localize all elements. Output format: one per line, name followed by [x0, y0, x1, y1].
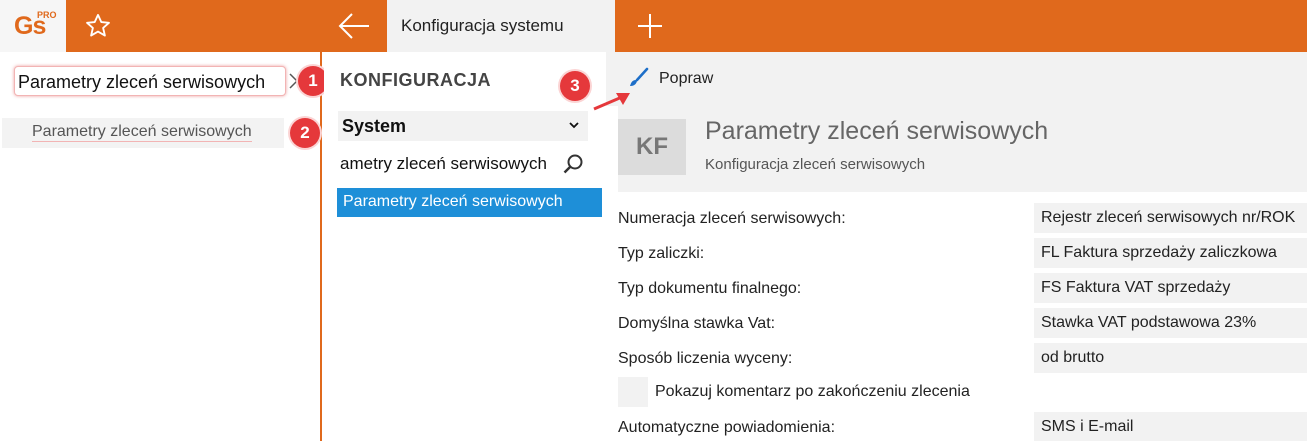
- menu-search-input[interactable]: Parametry zleceń serwisowych: [14, 66, 286, 96]
- tab-konfiguracja-systemu[interactable]: Konfiguracja systemu: [387, 0, 615, 52]
- plus-icon[interactable]: [636, 12, 664, 40]
- field-value-numeracja[interactable]: Rejestr zleceń serwisowych nr/ROK: [1034, 203, 1307, 233]
- page-subtitle: Konfiguracja zleceń serwisowych: [705, 156, 926, 173]
- avatar: KF: [618, 119, 686, 175]
- komentarz-checkbox[interactable]: [618, 377, 648, 407]
- left-navigation-panel: [0, 52, 322, 441]
- logo-badge: PRO: [37, 10, 57, 20]
- system-select[interactable]: System: [338, 111, 588, 141]
- page-title: Parametry zleceń serwisowych: [705, 117, 1049, 145]
- edit-button[interactable]: Popraw: [659, 70, 713, 88]
- field-value-typ-dokumentu[interactable]: FS Faktura VAT sprzedaży: [1034, 273, 1307, 303]
- top-bar: Gs PRO Konfiguracja systemu: [0, 0, 1307, 52]
- back-arrow-icon[interactable]: [337, 10, 371, 42]
- star-icon[interactable]: [84, 12, 112, 40]
- field-value-typ-zaliczki[interactable]: FL Faktura sprzedaży zaliczkowa: [1034, 238, 1307, 268]
- panel-title: KONFIGURACJA: [340, 70, 492, 90]
- field-label-typ-zaliczki: Typ zaliczki:: [618, 245, 705, 262]
- komentarz-checkbox-label: Pokazuj komentarz po zakończeniu zleceni…: [655, 383, 970, 400]
- search-text: ametry zleceń serwisowych: [340, 154, 547, 173]
- field-label-numeracja: Numeracja zleceń serwisowych:: [618, 210, 846, 227]
- field-value-powiadomienia[interactable]: SMS i E-mail: [1034, 412, 1307, 441]
- search-icon[interactable]: [562, 153, 584, 175]
- app-logo[interactable]: Gs PRO: [0, 0, 66, 52]
- menu-item-parametry[interactable]: Parametry zleceń serwisowych: [2, 118, 284, 148]
- field-label-stawka-vat: Domyślna stawka Vat:: [618, 315, 776, 332]
- chevron-down-icon: [569, 122, 579, 129]
- config-item-parametry[interactable]: Parametry zleceń serwisowych: [337, 188, 602, 217]
- menu-item-label: Parametry zleceń serwisowych: [32, 123, 252, 142]
- field-label-sposob-liczenia: Sposób liczenia wyceny:: [618, 350, 793, 367]
- tab-label: Konfiguracja systemu: [401, 16, 564, 35]
- select-value: System: [342, 116, 407, 136]
- config-item-label: Parametry zleceń serwisowych: [343, 193, 563, 210]
- config-search-input[interactable]: ametry zleceń serwisowych: [338, 150, 588, 180]
- field-value-stawka-vat[interactable]: Stawka VAT podstawowa 23%: [1034, 308, 1307, 338]
- annotation-badge-2: 2: [290, 118, 320, 148]
- field-value-sposob-liczenia[interactable]: od brutto: [1034, 343, 1307, 373]
- field-label-powiadomienia: Automatyczne powiadomienia:: [618, 419, 836, 436]
- field-label-typ-dokumentu: Typ dokumentu finalnego:: [618, 280, 802, 297]
